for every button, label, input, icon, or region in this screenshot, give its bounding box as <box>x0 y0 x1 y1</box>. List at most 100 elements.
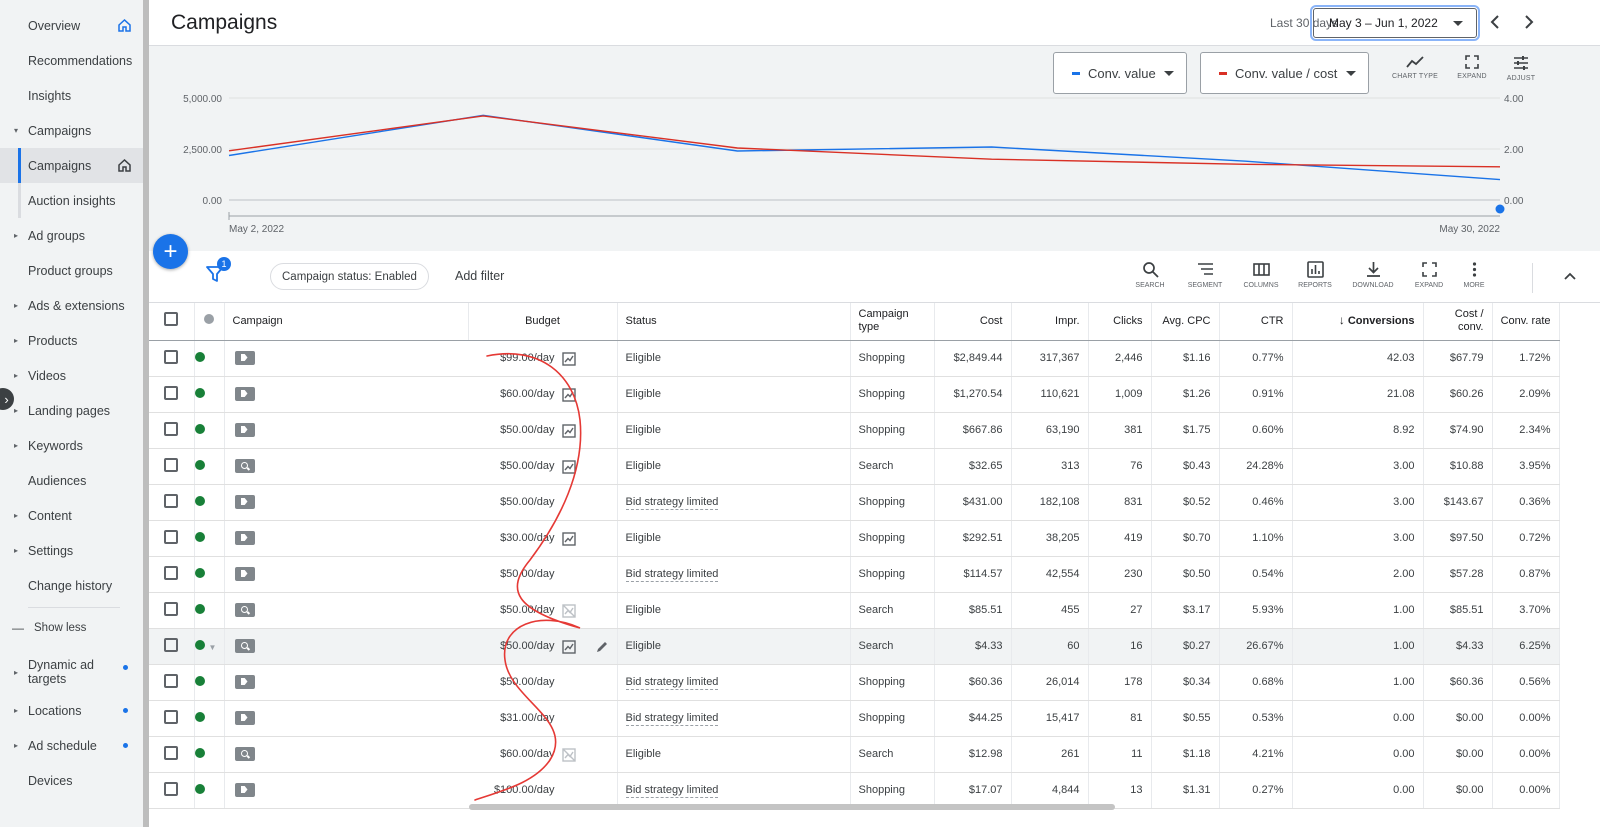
status-dot-cell[interactable] <box>194 376 225 413</box>
sidebar-item-campaigns[interactable]: ▾ Campaigns <box>0 113 143 148</box>
row-checkbox[interactable] <box>164 565 179 580</box>
budget-cell[interactable]: $50.00/day <box>468 412 618 449</box>
table-row[interactable]: $50.00/day Bid strategy limited Shopping $6… <box>149 664 1560 701</box>
budget-report-icon[interactable] <box>561 531 576 546</box>
row-checkbox[interactable] <box>164 421 179 436</box>
campaign-name-cell[interactable] <box>224 772 468 809</box>
status-dot-cell[interactable] <box>194 664 225 701</box>
table-row[interactable]: $31.00/day Bid strategy limited Shopping $4… <box>149 700 1560 737</box>
create-campaign-button[interactable]: + <box>153 234 188 269</box>
table-row[interactable]: $50.00/day Eligible Search $32.65 313 76 $0.43… <box>149 448 1560 485</box>
status-dot-cell[interactable] <box>194 520 225 557</box>
enabled-status-dot[interactable] <box>194 531 205 542</box>
enabled-status-dot[interactable] <box>194 747 205 758</box>
budget-cell[interactable]: $50.00/day <box>468 556 618 593</box>
row-checkbox-cell[interactable] <box>149 556 195 593</box>
row-checkbox[interactable] <box>164 457 179 472</box>
row-checkbox-cell[interactable] <box>149 592 195 629</box>
campaign-name-cell[interactable] <box>224 736 468 773</box>
sidebar-item-campaigns-sub[interactable]: Campaigns <box>0 148 143 183</box>
campaign-name-cell[interactable] <box>224 484 468 521</box>
sidebar-item-ads-extensions[interactable]: ▸ Ads & extensions <box>0 288 143 323</box>
sidebar-item-dynamic-ad-targets[interactable]: ▸ Dynamic ad targets <box>0 652 143 692</box>
col-ctr[interactable]: CTR <box>1219 303 1293 341</box>
budget-cell[interactable]: $99.00/day <box>468 340 618 377</box>
sidebar-item-content[interactable]: ▸ Content <box>0 498 143 533</box>
row-checkbox[interactable] <box>164 601 179 616</box>
budget-report-icon[interactable] <box>561 459 576 474</box>
col-conv-rate[interactable]: Conv. rate <box>1492 303 1560 341</box>
table-row[interactable]: ▼ $50.00/day Eligible Search $4.33 60 16 $0.27 2… <box>149 628 1560 665</box>
budget-report-icon[interactable] <box>561 423 576 438</box>
col-avg-cpc[interactable]: Avg. CPC <box>1151 303 1220 341</box>
status-text[interactable]: Bid strategy limited <box>625 784 719 798</box>
columns-tool-button[interactable]: COLUMNS <box>1234 261 1288 289</box>
status-text[interactable]: Bid strategy limited <box>625 496 719 510</box>
status-text[interactable]: Bid strategy limited <box>625 568 719 582</box>
campaign-name-cell[interactable] <box>224 412 468 449</box>
table-row[interactable]: $30.00/day Eligible Shopping $292.51 38,205 4… <box>149 520 1560 557</box>
campaign-status-filter-chip[interactable]: Campaign status: Enabled <box>270 263 429 290</box>
col-campaign-type[interactable]: Campaign type <box>850 303 935 341</box>
campaign-name-cell[interactable] <box>224 592 468 629</box>
sidebar-item-keywords[interactable]: ▸ Keywords <box>0 428 143 463</box>
search-tool-button[interactable]: SEARCH <box>1123 261 1177 289</box>
row-checkbox-cell[interactable] <box>149 376 195 413</box>
budget-cell[interactable]: $50.00/day <box>468 664 618 701</box>
table-row[interactable]: $50.00/day Bid strategy limited Shopping $1… <box>149 556 1560 593</box>
budget-report-icon[interactable] <box>561 387 576 402</box>
metric1-selector[interactable]: Conv. value <box>1053 52 1187 94</box>
col-clicks[interactable]: Clicks <box>1088 303 1152 341</box>
budget-report-icon[interactable] <box>561 639 576 654</box>
row-checkbox-cell[interactable] <box>149 520 195 557</box>
reports-tool-button[interactable]: REPORTS <box>1288 261 1342 289</box>
budget-cell[interactable]: $50.00/day <box>468 448 618 485</box>
campaign-name-cell[interactable] <box>224 376 468 413</box>
chart-adjust-button[interactable]: ADJUST <box>1493 55 1549 82</box>
chart-expand-button[interactable]: EXPAND <box>1444 55 1500 80</box>
select-all-checkbox-cell[interactable] <box>149 303 195 341</box>
budget-cell[interactable]: $30.00/day <box>468 520 618 557</box>
status-dot-cell[interactable] <box>194 484 225 521</box>
budget-cell[interactable]: $50.00/day <box>468 484 618 521</box>
row-checkbox-cell[interactable] <box>149 700 195 737</box>
budget-cell[interactable]: $100.00/day <box>468 772 618 809</box>
row-checkbox-cell[interactable] <box>149 772 195 809</box>
sidebar-item-ad-groups[interactable]: ▸ Ad groups <box>0 218 143 253</box>
row-expand-caret-icon[interactable]: ▼ <box>209 643 217 652</box>
campaign-name-cell[interactable] <box>224 700 468 737</box>
status-dot-cell[interactable] <box>194 340 225 377</box>
chevron-left-icon[interactable] <box>1485 12 1505 32</box>
enabled-status-dot[interactable] <box>194 639 205 650</box>
col-conversions[interactable]: ↓ Conversions <box>1292 303 1424 341</box>
enabled-status-dot[interactable] <box>194 387 205 398</box>
sidebar-item-audiences[interactable]: Audiences <box>0 463 143 498</box>
campaign-name-cell[interactable] <box>224 520 468 557</box>
table-row[interactable]: $60.00/day Eligible Search $12.98 261 11 $1.18… <box>149 736 1560 773</box>
enabled-status-dot[interactable] <box>194 495 205 506</box>
row-checkbox-cell[interactable] <box>149 340 195 377</box>
status-dot-cell[interactable] <box>194 448 225 485</box>
budget-cell[interactable]: $31.00/day <box>468 700 618 737</box>
select-all-checkbox[interactable] <box>164 312 179 327</box>
table-row[interactable]: $60.00/day Eligible Shopping $1,270.54 110,6… <box>149 376 1560 413</box>
sidebar-item-recommendations[interactable]: Recommendations <box>0 43 143 78</box>
status-dot-cell[interactable] <box>194 772 225 809</box>
enabled-status-dot[interactable] <box>194 423 205 434</box>
download-tool-button[interactable]: DOWNLOAD <box>1346 261 1400 289</box>
add-filter-button[interactable]: Add filter <box>455 269 504 283</box>
show-less-button[interactable]: — Show less <box>0 610 143 645</box>
table-row[interactable]: $50.00/day Eligible Search $85.51 455 27 $3.17… <box>149 592 1560 629</box>
enabled-status-dot[interactable] <box>194 603 205 614</box>
sidebar-item-ad-schedule[interactable]: ▸ Ad schedule <box>0 728 143 763</box>
sidebar-item-product-groups[interactable]: Product groups <box>0 253 143 288</box>
table-row[interactable]: $50.00/day Bid strategy limited Shopping $4… <box>149 484 1560 521</box>
status-dot-cell[interactable] <box>194 412 225 449</box>
col-cost[interactable]: Cost <box>934 303 1012 341</box>
chevron-up-icon[interactable] <box>1561 267 1579 285</box>
row-checkbox-cell[interactable] <box>149 736 195 773</box>
table-row[interactable]: $99.00/day Eligible Shopping $2,849.44 317,3… <box>149 340 1560 377</box>
sidebar-item-products[interactable]: ▸ Products <box>0 323 143 358</box>
row-checkbox[interactable] <box>164 637 179 652</box>
sidebar-item-landing-pages[interactable]: ▸ Landing pages <box>0 393 143 428</box>
